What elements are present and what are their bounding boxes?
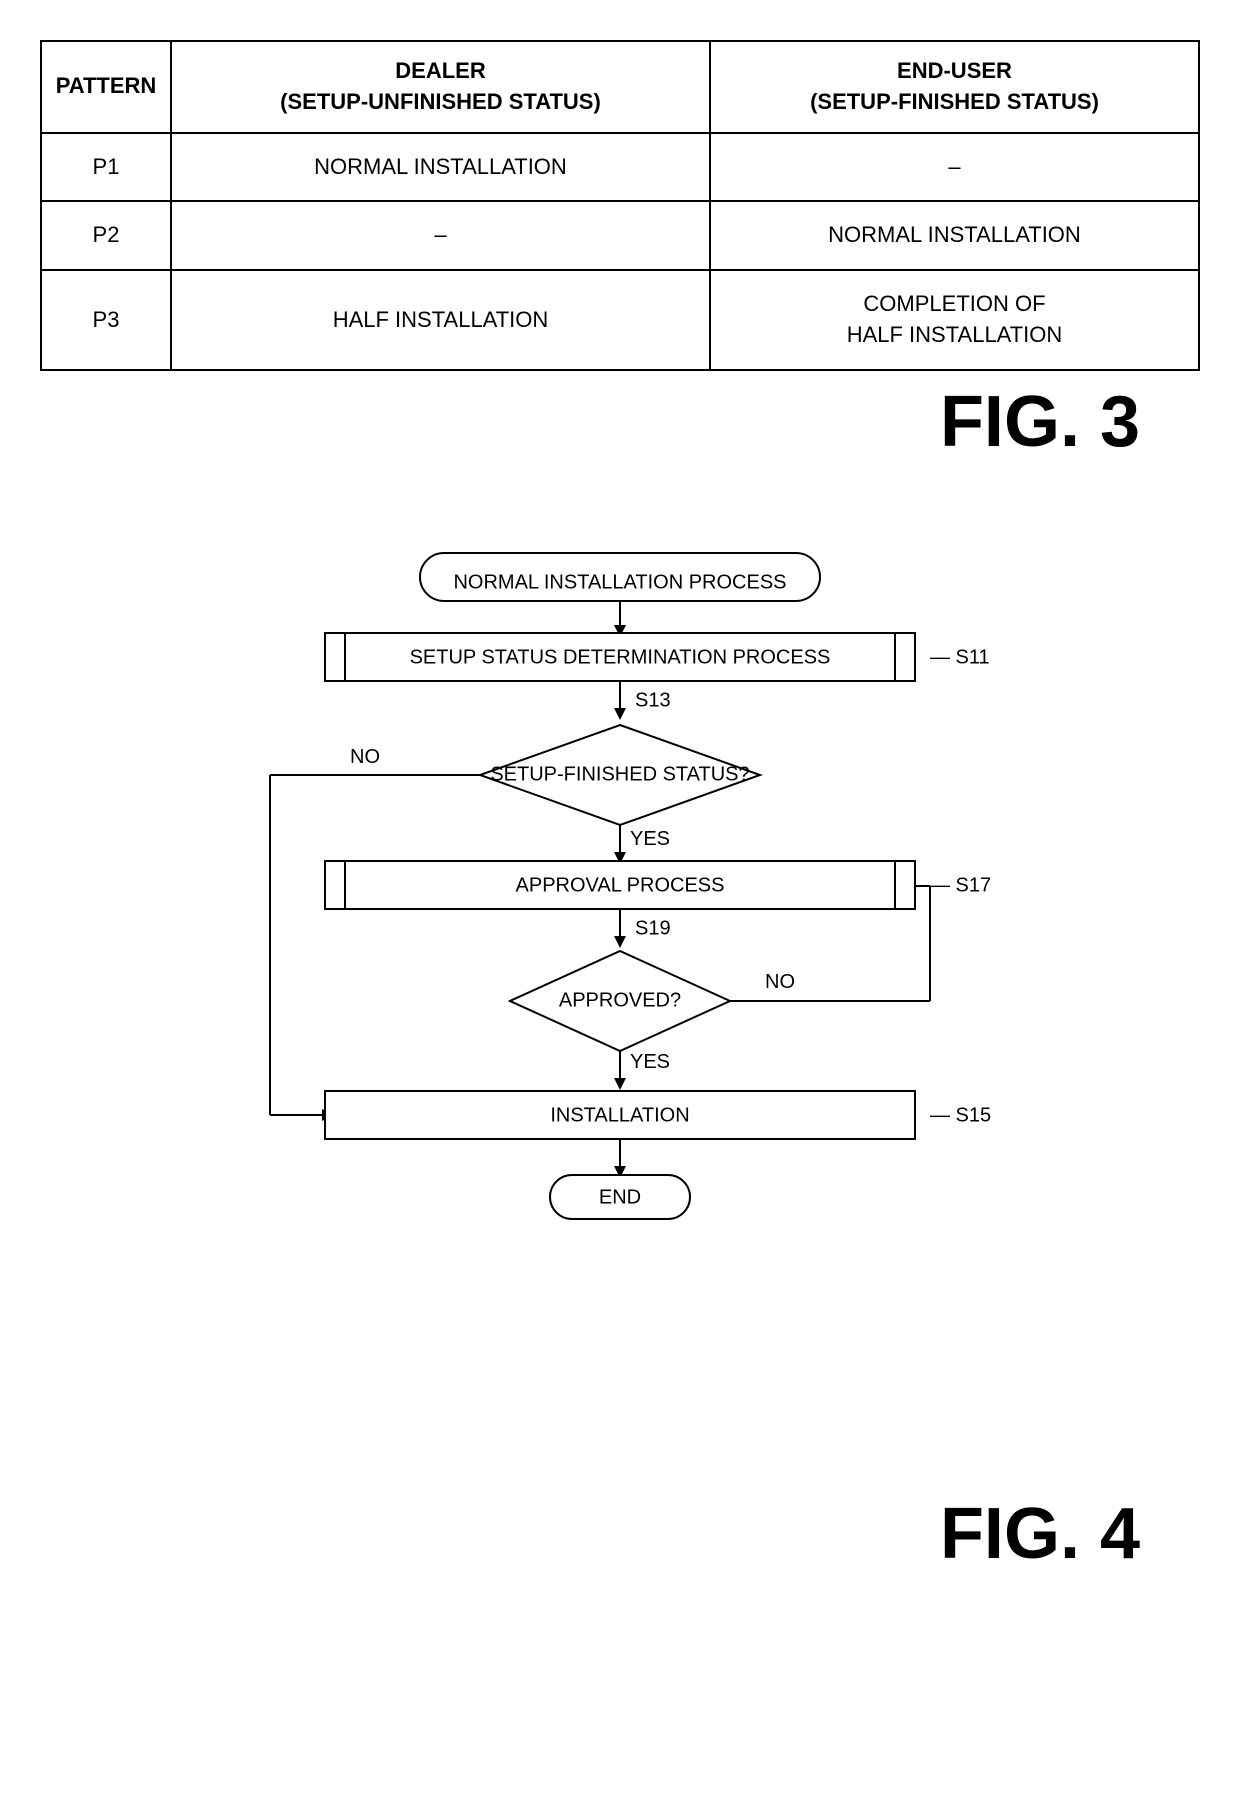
dealer-p1: NORMAL INSTALLATION bbox=[171, 133, 710, 202]
table-row: P2 – NORMAL INSTALLATION bbox=[41, 201, 1199, 270]
s19-label: S19 bbox=[635, 917, 671, 939]
s15-node: INSTALLATION bbox=[550, 1104, 689, 1126]
fig3-label: FIG. 3 bbox=[40, 371, 1200, 493]
fig4-flowchart: NORMAL INSTALLATION PROCESS SETUP STATUS… bbox=[40, 533, 1200, 1483]
table-row: P1 NORMAL INSTALLATION – bbox=[41, 133, 1199, 202]
enduser-p3: COMPLETION OFHALF INSTALLATION bbox=[710, 270, 1199, 370]
s11-node: SETUP STATUS DETERMINATION PROCESS bbox=[410, 646, 831, 668]
pattern-p2: P2 bbox=[41, 201, 171, 270]
col-header-pattern: PATTERN bbox=[41, 41, 171, 133]
s17-node: APPROVAL PROCESS bbox=[516, 874, 725, 896]
pattern-p3: P3 bbox=[41, 270, 171, 370]
no-label-2: NO bbox=[765, 971, 795, 993]
col-header-dealer: DEALER(SETUP-UNFINISHED STATUS) bbox=[171, 41, 710, 133]
enduser-p1: – bbox=[710, 133, 1199, 202]
dealer-p3: HALF INSTALLATION bbox=[171, 270, 710, 370]
fig4-section: NORMAL INSTALLATION PROCESS SETUP STATUS… bbox=[0, 513, 1240, 1635]
yes-label-2: YES bbox=[630, 1051, 670, 1073]
fig3-table: PATTERN DEALER(SETUP-UNFINISHED STATUS) … bbox=[40, 40, 1200, 371]
fig3-section: PATTERN DEALER(SETUP-UNFINISHED STATUS) … bbox=[0, 0, 1240, 513]
enduser-p2: NORMAL INSTALLATION bbox=[710, 201, 1199, 270]
s11-label: — S11 bbox=[930, 646, 990, 668]
table-row: P3 HALF INSTALLATION COMPLETION OFHALF I… bbox=[41, 270, 1199, 370]
end-node: END bbox=[599, 1186, 641, 1208]
fig4-svg: NORMAL INSTALLATION PROCESS SETUP STATUS… bbox=[170, 533, 1070, 1473]
no-label-1: NO bbox=[350, 746, 380, 768]
pattern-p1: P1 bbox=[41, 133, 171, 202]
dealer-p2: – bbox=[171, 201, 710, 270]
decision1-node: SETUP-FINISHED STATUS? bbox=[490, 763, 749, 785]
fig4-label: FIG. 4 bbox=[40, 1483, 1200, 1595]
s15-label: — S15 bbox=[930, 1104, 991, 1126]
yes-label-1: YES bbox=[630, 828, 670, 850]
decision2-node: APPROVED? bbox=[559, 989, 681, 1011]
s17-label: — S17 bbox=[930, 874, 991, 896]
s13-label: S13 bbox=[635, 689, 671, 711]
start-node: NORMAL INSTALLATION PROCESS bbox=[453, 571, 786, 593]
col-header-enduser: END-USER(SETUP-FINISHED STATUS) bbox=[710, 41, 1199, 133]
